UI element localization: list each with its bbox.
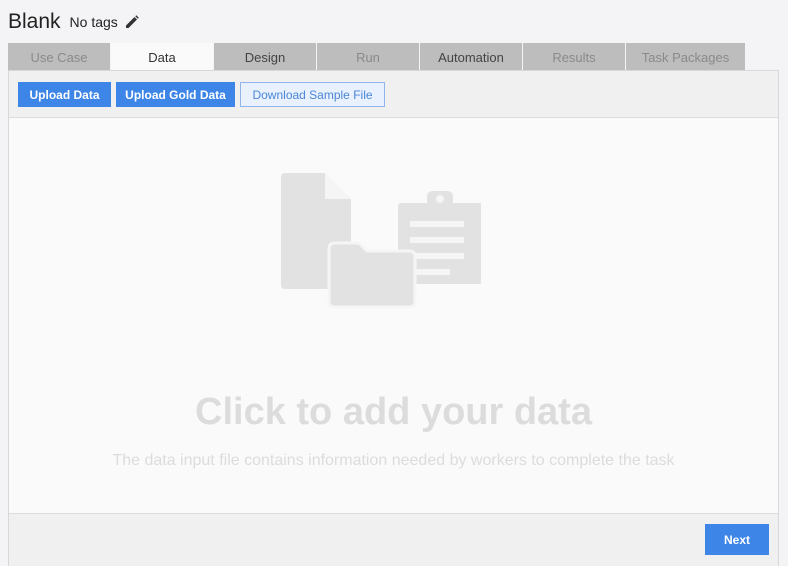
- dropzone-title: Click to add your data: [195, 391, 592, 433]
- panel-footer: Next: [9, 513, 778, 566]
- tab-bar: Use Case Data Design Run Automation Resu…: [8, 43, 746, 71]
- tab-label: Use Case: [30, 49, 88, 65]
- tags-label[interactable]: No tags: [70, 14, 118, 30]
- tab-label: Task Packages: [641, 49, 730, 65]
- tab-label: Design: [244, 49, 286, 65]
- tab-run[interactable]: Run: [317, 43, 419, 71]
- page-header: Blank No tags: [8, 9, 139, 35]
- data-dropzone[interactable]: Click to add your data The data input fi…: [9, 118, 778, 513]
- tab-use-case[interactable]: Use Case: [8, 43, 110, 71]
- tab-task-packages[interactable]: Task Packages: [626, 43, 745, 71]
- tab-results[interactable]: Results: [523, 43, 625, 71]
- tab-label: Data: [148, 49, 176, 65]
- upload-gold-data-button[interactable]: Upload Gold Data: [116, 82, 235, 107]
- tab-label: Results: [552, 49, 596, 65]
- download-sample-file-button[interactable]: Download Sample File: [240, 82, 385, 107]
- upload-data-button[interactable]: Upload Data: [18, 82, 111, 107]
- tab-automation[interactable]: Automation: [420, 43, 522, 71]
- dropzone-subtitle: The data input file contains information…: [112, 452, 675, 469]
- next-button[interactable]: Next: [705, 524, 769, 555]
- tab-label: Run: [356, 49, 380, 65]
- files-folder-clipboard-icon: [279, 173, 482, 318]
- tab-label: Automation: [438, 49, 504, 65]
- tab-design[interactable]: Design: [214, 43, 316, 71]
- data-toolbar: Upload Data Upload Gold Data Download Sa…: [9, 71, 778, 118]
- pencil-icon[interactable]: [125, 15, 139, 29]
- tab-data[interactable]: Data: [111, 43, 213, 71]
- page-title: Blank: [8, 10, 61, 33]
- data-panel: Upload Data Upload Gold Data Download Sa…: [8, 70, 779, 566]
